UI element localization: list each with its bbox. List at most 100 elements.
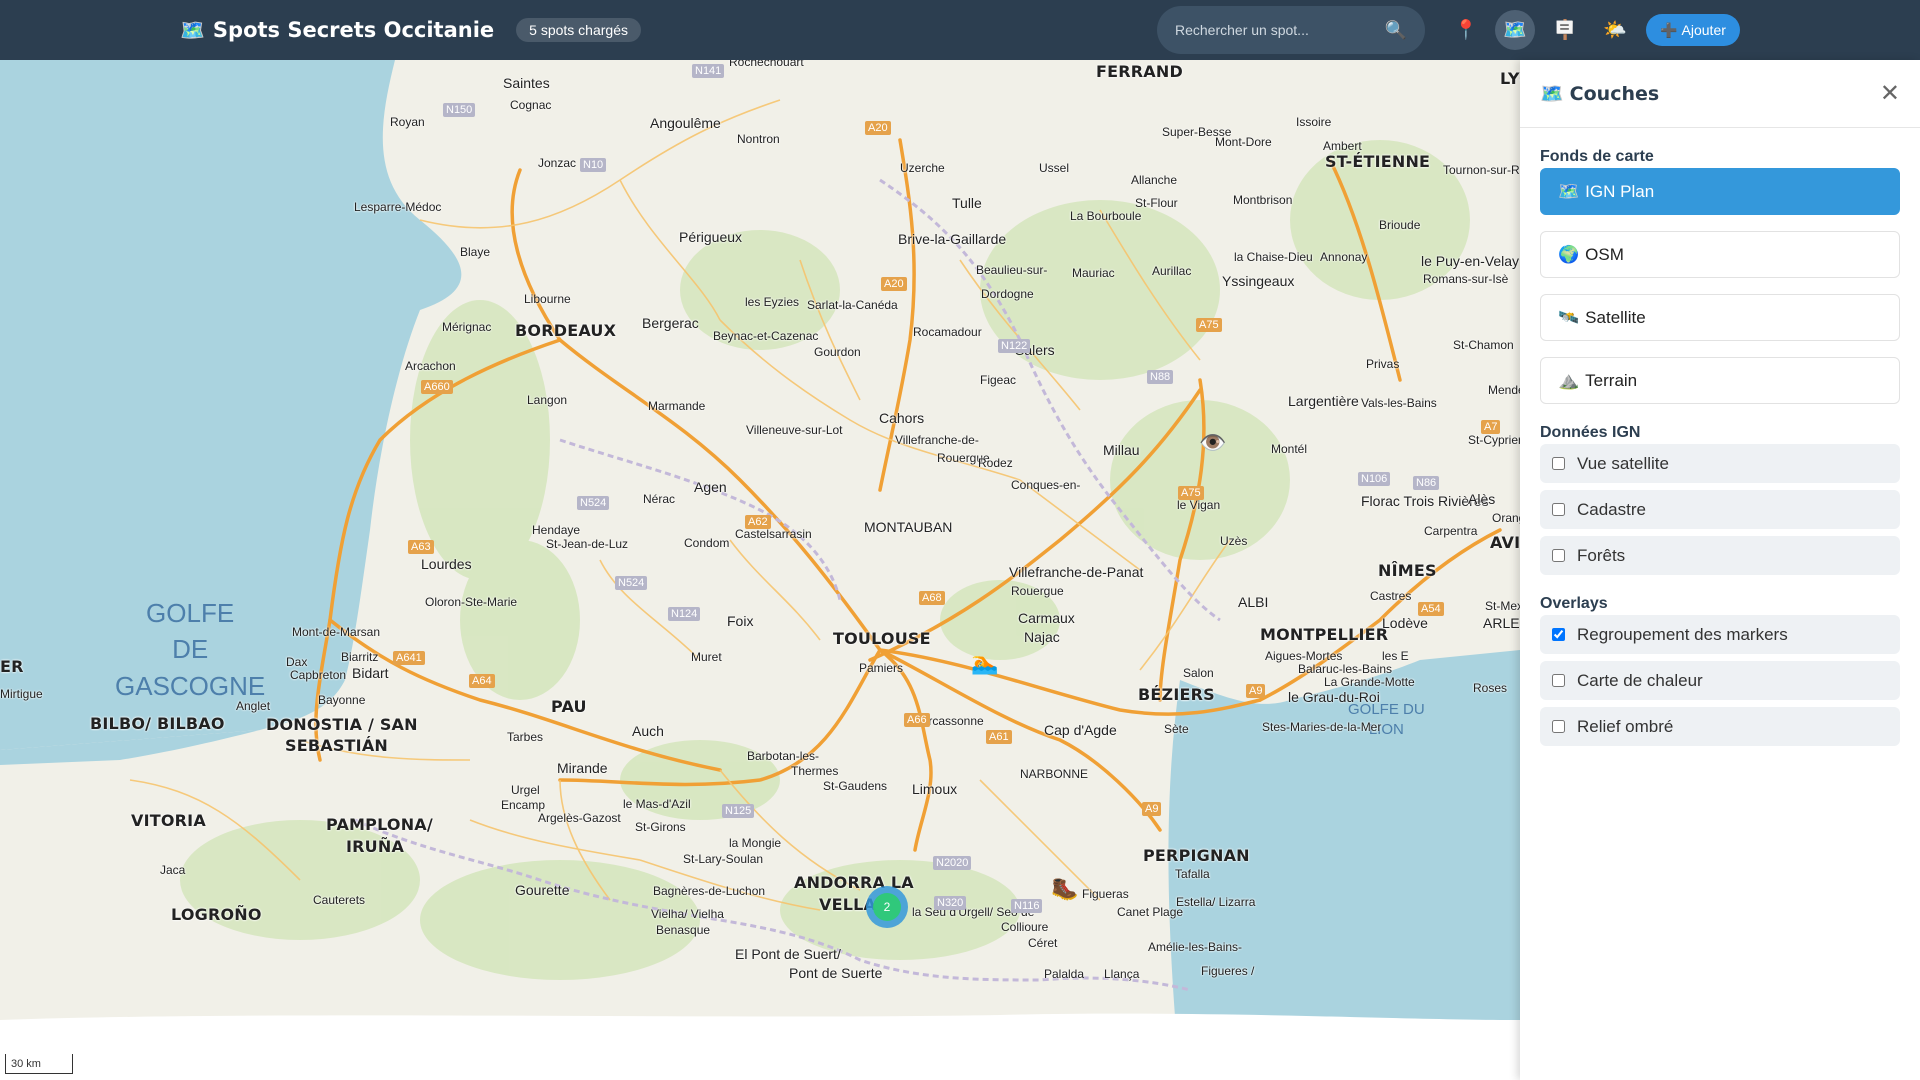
ign-satellite-checkbox[interactable] xyxy=(1552,457,1565,470)
place-label: Llança xyxy=(1104,967,1140,981)
overlay-heatmap-row[interactable]: Carte de chaleur xyxy=(1540,661,1900,700)
close-icon[interactable]: ✕ xyxy=(1880,79,1900,108)
city-label: SEBASTIÁN xyxy=(285,736,388,755)
city-label: ER xyxy=(0,657,24,676)
sea-label: GOLFE DE GASCOGNE xyxy=(115,595,265,704)
map-canvas[interactable]: GOLFE DE GASCOGNE GOLFE DU LION BORDEAUX… xyxy=(0,60,1520,1080)
place-label: Bagnères-de-Luchon xyxy=(653,884,766,898)
road-tag: N122 xyxy=(998,339,1031,353)
road-tag: A9 xyxy=(1142,802,1162,816)
poi-button[interactable]: 🪧 xyxy=(1545,10,1585,50)
road-tag: N320 xyxy=(934,896,967,910)
place-label: Arcachon xyxy=(405,359,456,373)
ign-cadastre-checkbox[interactable] xyxy=(1552,503,1565,516)
basemap-satellite[interactable]: 🛰️ Satellite xyxy=(1540,294,1900,341)
road-tag: N116 xyxy=(1011,899,1043,913)
place-label: le Puy-en-Velay xyxy=(1421,253,1520,269)
place-label: MONTAUBAN xyxy=(864,519,953,535)
road-tag: A61 xyxy=(986,730,1012,744)
place-label: Mérignac xyxy=(442,320,492,334)
ign-forests-row[interactable]: Forêts xyxy=(1540,536,1900,575)
place-label: Pont de Suerte xyxy=(789,965,883,981)
search-input[interactable] xyxy=(1175,22,1385,38)
basemap-label: Satellite xyxy=(1585,307,1646,327)
marker-cluster[interactable]: 2 xyxy=(866,886,908,928)
place-label: Tarbes xyxy=(507,730,544,744)
place-label: Yssingeaux xyxy=(1222,273,1295,289)
road-tag: N10 xyxy=(580,158,607,172)
place-label: la Chaise-Dieu xyxy=(1234,250,1313,264)
place-label: Villefranche-de-Panat xyxy=(1009,564,1144,580)
search-box[interactable]: 🔍 xyxy=(1157,6,1425,54)
place-label: Rocamadour xyxy=(913,325,982,339)
place-label: Mirande xyxy=(557,760,608,776)
place-label: Super-Besse xyxy=(1162,125,1232,139)
place-label: Agen xyxy=(694,479,727,495)
place-label: Ambert xyxy=(1323,139,1362,153)
basemap-terrain[interactable]: ⛰️ Terrain xyxy=(1540,357,1900,404)
overlay-clustering-row[interactable]: Regroupement des markers xyxy=(1540,615,1900,654)
place-label: les Eyzies xyxy=(745,295,800,309)
place-label: Hendaye xyxy=(532,523,581,537)
place-label: Annonay xyxy=(1320,250,1368,264)
weather-icon: 🌤️ xyxy=(1603,20,1627,41)
place-label: Saintes xyxy=(503,75,550,91)
place-label: Jonzac xyxy=(538,156,577,170)
overlay-hillshade-row[interactable]: Relief ombré xyxy=(1540,707,1900,746)
ign-forests-checkbox[interactable] xyxy=(1552,549,1565,562)
place-label: Vals-les-Bains xyxy=(1361,396,1437,410)
place-label: Mauriac xyxy=(1072,266,1115,280)
place-label: Roses xyxy=(1473,681,1508,695)
hiking-boot-icon[interactable]: 🥾 xyxy=(1051,876,1078,902)
place-label: St-Lary-Soulan xyxy=(683,852,764,866)
overlays-title: Overlays xyxy=(1540,595,1608,612)
checkbox-label: Vue satellite xyxy=(1577,453,1669,473)
city-label: NÎMES xyxy=(1378,561,1437,580)
overlay-hillshade-checkbox[interactable] xyxy=(1552,720,1565,733)
add-spot-button[interactable]: ➕ Ajouter xyxy=(1646,14,1740,46)
ign-satellite-row[interactable]: Vue satellite xyxy=(1540,444,1900,483)
basemap-osm[interactable]: 🌍 OSM xyxy=(1540,231,1900,278)
place-label: Millau xyxy=(1103,442,1140,458)
place-label: Brioude xyxy=(1379,218,1421,232)
globe-icon: 🌍 xyxy=(1558,244,1580,264)
overlay-heatmap-checkbox[interactable] xyxy=(1552,674,1565,687)
basemap-label: OSM xyxy=(1585,244,1624,264)
place-label: Gourette xyxy=(515,882,570,898)
place-label: Pamiers xyxy=(859,661,904,675)
place-label: Brive-la-Gaillarde xyxy=(898,231,1007,247)
overlay-clustering-checkbox[interactable] xyxy=(1552,628,1565,641)
place-label: Nérac xyxy=(643,492,676,506)
eye-icon[interactable]: 👁️ xyxy=(1199,430,1226,456)
place-label: Beynac-et-Cazenac xyxy=(713,329,819,343)
place-label: Lesparre-Médoc xyxy=(354,200,442,214)
place-label: Céret xyxy=(1028,936,1058,950)
place-label: Cauterets xyxy=(313,893,366,907)
layers-button[interactable]: 🗺️ xyxy=(1495,10,1535,50)
place-label: Villeneuve-sur-Lot xyxy=(746,423,843,437)
road-tag: A63 xyxy=(408,540,434,554)
place-label: Uzerche xyxy=(900,161,945,175)
location-button[interactable]: 📍 xyxy=(1446,10,1486,50)
place-label: Najac xyxy=(1024,629,1060,645)
weather-button[interactable]: 🌤️ xyxy=(1595,10,1635,50)
place-label: Périgueux xyxy=(679,229,743,245)
place-label: Royan xyxy=(390,115,425,129)
layers-panel: 🗺️ Couches ✕ Fonds de carte 🗺️ IGN Plan … xyxy=(1520,60,1920,1080)
checkbox-label: Forêts xyxy=(1577,545,1626,565)
place-label: Aurillac xyxy=(1152,264,1192,278)
ign-cadastre-row[interactable]: Cadastre xyxy=(1540,490,1900,529)
checkbox-label: Carte de chaleur xyxy=(1577,670,1703,690)
basemap-ign-plan[interactable]: 🗺️ IGN Plan xyxy=(1540,168,1900,215)
swimming-icon[interactable]: 🏊 xyxy=(971,650,998,676)
brand[interactable]: 🗺️ Spots Secrets Occitanie 5 spots charg… xyxy=(180,0,641,60)
place-label: Libourne xyxy=(524,292,571,306)
place-label: Montél xyxy=(1271,442,1308,456)
place-label: Figueres / xyxy=(1201,964,1255,978)
place-label: Bergerac xyxy=(642,315,699,331)
search-icon[interactable]: 🔍 xyxy=(1385,20,1407,41)
place-label: Carmaux xyxy=(1018,610,1075,626)
panel-title-text: Couches xyxy=(1569,82,1660,105)
checkbox-label: Relief ombré xyxy=(1577,716,1674,736)
road-tag: A20 xyxy=(865,121,891,135)
